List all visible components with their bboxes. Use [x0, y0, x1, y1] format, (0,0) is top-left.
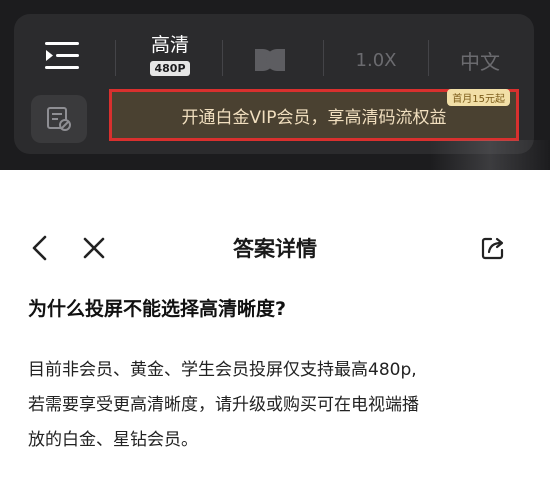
share-button[interactable] — [480, 235, 506, 261]
language-selector[interactable]: 中文 — [440, 38, 520, 82]
subtitle-settings-button[interactable] — [31, 95, 87, 143]
divider — [222, 40, 223, 76]
quality-badge: 480P — [150, 61, 190, 76]
dolby-icon — [255, 49, 285, 71]
player-control-area: 高清 480P 1.0X 中文 开通白金VIP会员，享高清码流权益 首月15元起 — [0, 0, 550, 170]
dolby-button[interactable] — [240, 38, 300, 82]
page-title: 答案详情 — [233, 237, 317, 261]
answer-text: 目前非会员、黄金、学生会员投屏仅支持最高480p, 若需要享受更高清晰度，请升级… — [28, 353, 528, 458]
subtitle-settings-icon — [47, 107, 71, 131]
answer-line: 放的白金、星钻会员。 — [28, 430, 198, 450]
playlist-icon[interactable] — [45, 41, 79, 71]
divider — [323, 40, 324, 76]
vip-price-tag: 首月15元起 — [447, 89, 510, 106]
answer-line: 目前非会员、黄金、学生会员投屏仅支持最高480p, — [28, 360, 417, 380]
decorative-fade — [430, 140, 550, 170]
question-title: 为什么投屏不能选择高清晰度? — [28, 298, 287, 320]
divider — [115, 40, 116, 76]
speed-selector[interactable]: 1.0X — [336, 38, 416, 82]
divider — [428, 40, 429, 76]
answer-line: 若需要享受更高清晰度，请升级或购买可在电视端播 — [28, 395, 419, 415]
vip-upgrade-banner[interactable]: 开通白金VIP会员，享高清码流权益 首月15元起 — [109, 89, 519, 141]
quality-selector[interactable]: 高清 480P — [128, 33, 212, 76]
share-icon — [481, 237, 504, 260]
quality-label: 高清 — [150, 34, 189, 56]
